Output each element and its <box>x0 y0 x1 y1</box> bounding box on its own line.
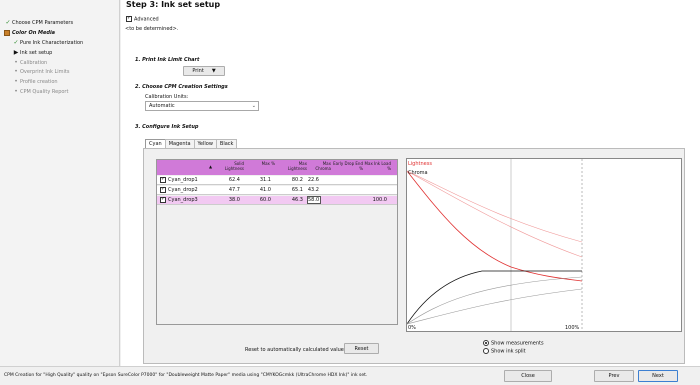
ink-drop-grid: ▲ Solid Lightness Max % Max Lightness Ma… <box>156 159 398 325</box>
legend-chroma: Chroma <box>408 170 428 176</box>
cell-max-chroma[interactable]: 43.2 <box>307 187 319 193</box>
chroma-curve-light-1 <box>406 276 583 325</box>
sidebar-item-pure-ink-characterization[interactable]: ✓ Pure Ink Characterization <box>12 38 83 47</box>
axis-start-label: 0% <box>408 325 416 331</box>
section-configure-ink-setup: 3. Configure Ink Setup <box>135 124 199 130</box>
status-text: CPM Creation for "High Quality" quality … <box>4 373 368 378</box>
advanced-label: Advanced <box>134 16 159 23</box>
header-solid-lightness[interactable]: Solid Lightness <box>217 161 244 171</box>
checkmark-icon: ✓ <box>13 39 19 46</box>
sidebar-item-label: CPM Quality Report <box>20 88 69 95</box>
dropdown-arrow-icon[interactable]: ▼ <box>212 68 216 74</box>
row-checkbox[interactable] <box>160 196 166 203</box>
print-button[interactable]: Print ▼ <box>183 66 225 76</box>
show-ink-split-radio[interactable] <box>483 348 489 354</box>
sidebar-item-label: Ink set setup <box>20 49 53 56</box>
sidebar-item-label: Color On Media <box>12 29 56 36</box>
print-label: Print <box>192 68 204 74</box>
section-cpm-creation-settings: 2. Choose CPM Creation Settings <box>135 84 228 90</box>
cell-max-chroma[interactable]: 22.6 <box>307 177 319 183</box>
cell-solid-lightness[interactable]: 47.7 <box>217 187 240 193</box>
cell-solid-lightness[interactable]: 38.0 <box>217 197 240 203</box>
cell-max-ink-load[interactable]: 100.0 <box>363 197 387 203</box>
sidebar-item-profile-creation[interactable]: • Profile creation <box>12 77 58 86</box>
cell-max-percent[interactable]: 41.0 <box>249 187 271 193</box>
table-row[interactable]: Cyan_drop3 38.0 60.0 46.3 58.0 100.0 <box>157 196 397 205</box>
footer-bar: CPM Creation for "High Quality" quality … <box>0 366 700 385</box>
sidebar-item-ink-set-setup[interactable]: ▶ Ink set setup <box>12 48 53 57</box>
advanced-checkbox-row[interactable]: Advanced <box>126 15 159 23</box>
sidebar-item-calibration[interactable]: • Calibration <box>12 58 47 67</box>
show-measurements-radio[interactable] <box>483 340 489 346</box>
dot-icon: • <box>14 59 18 66</box>
arrow-right-icon: ▶ <box>13 49 19 56</box>
tbd-text: <to be determined>. <box>125 26 179 32</box>
row-name: Cyan_drop1 <box>168 177 198 183</box>
reset-button[interactable]: Reset <box>344 343 379 354</box>
show-ink-split-option[interactable]: Show ink split <box>483 348 526 355</box>
calibration-units-select[interactable]: Automatic ⌄ <box>145 101 259 111</box>
tab-black[interactable]: Black <box>215 139 238 148</box>
sidebar-item-label: Choose CPM Parameters <box>12 19 74 26</box>
header-max-chroma[interactable]: Max Chroma <box>307 161 331 171</box>
advanced-checkbox[interactable] <box>126 15 132 22</box>
sidebar-item-label: Pure Ink Characterization <box>20 39 84 46</box>
lightness-curve-light-2 <box>406 170 583 258</box>
cell-max-percent[interactable]: 31.1 <box>249 177 271 183</box>
tab-yellow[interactable]: Yellow <box>193 139 217 148</box>
lightness-curve-light-1 <box>406 170 583 243</box>
axis-end-label: 100% <box>565 325 580 331</box>
curve-svg <box>406 159 583 331</box>
row-checkbox[interactable] <box>160 176 166 183</box>
sidebar-item-label: Profile creation <box>20 78 58 85</box>
sidebar-item-color-on-media[interactable]: Color On Media <box>4 28 55 37</box>
legend-lightness: Lightness <box>408 161 432 167</box>
sidebar-item-choose-cpm-parameters[interactable]: ✓ Choose CPM Parameters <box>4 18 73 27</box>
cell-max-lightness[interactable]: 80.2 <box>279 177 303 183</box>
sidebar-item-overprint-ink-limits[interactable]: • Overprint Ink Limits <box>12 67 70 76</box>
table-row[interactable]: Cyan_drop2 47.7 41.0 65.1 43.2 <box>157 186 397 195</box>
next-button[interactable]: Next <box>638 370 678 382</box>
header-max-percent[interactable]: Max % <box>249 161 275 166</box>
row-name: Cyan_drop2 <box>168 187 198 193</box>
sidebar-item-label: Overprint Ink Limits <box>20 68 70 75</box>
wizard-sidebar: ✓ Choose CPM Parameters Color On Media ✓… <box>0 0 120 366</box>
cell-max-chroma-editing[interactable]: 58.0 <box>307 196 321 204</box>
grid-header: ▲ Solid Lightness Max % Max Lightness Ma… <box>157 160 397 175</box>
checkmark-icon: ✓ <box>5 19 11 26</box>
close-button[interactable]: Close <box>504 370 552 382</box>
cell-max-lightness[interactable]: 46.3 <box>279 197 303 203</box>
dot-icon: • <box>14 78 18 85</box>
header-max-ink-load[interactable]: Max Ink Load % <box>363 161 391 171</box>
dot-icon: • <box>14 68 18 75</box>
table-row[interactable]: Cyan_drop1 62.4 31.1 80.2 22.6 <box>157 176 397 185</box>
header-max-lightness[interactable]: Max Lightness <box>279 161 307 171</box>
cell-solid-lightness[interactable]: 62.4 <box>217 177 240 183</box>
page-title: Step 3: Ink set setup <box>126 0 221 9</box>
section-print-ink-limit-chart: 1. Print Ink Limit Chart <box>135 57 200 63</box>
show-measurements-label: Show measurements <box>491 340 544 347</box>
cell-max-lightness[interactable]: 65.1 <box>279 187 303 193</box>
lightness-curve <box>406 170 583 282</box>
prev-button[interactable]: Prev <box>594 370 634 382</box>
calibration-units-label: Calibration Units: <box>145 94 189 100</box>
cell-max-percent[interactable]: 60.0 <box>249 197 271 203</box>
book-icon <box>4 29 10 36</box>
sidebar-item-cpm-quality-report[interactable]: • CPM Quality Report <box>12 87 68 96</box>
calibration-units-value: Automatic <box>149 103 175 109</box>
row-name: Cyan_drop3 <box>168 197 198 203</box>
show-measurements-option[interactable]: Show measurements <box>483 340 544 347</box>
sidebar-item-label: Calibration <box>20 59 48 66</box>
header-early-drop-end[interactable]: Early Drop End % <box>333 161 363 171</box>
tab-cyan[interactable]: Cyan <box>145 139 166 148</box>
sort-arrow-icon[interactable]: ▲ <box>209 164 212 169</box>
show-ink-split-label: Show ink split <box>491 348 526 355</box>
chevron-down-icon: ⌄ <box>251 103 256 109</box>
dot-icon: • <box>14 88 18 95</box>
row-checkbox[interactable] <box>160 186 166 193</box>
ink-curve-plot: Lightness Chroma 0% 100% <box>406 158 682 332</box>
ink-tabs: Cyan Magenta Yellow Black <box>145 139 238 148</box>
reset-label: Reset to automatically calculated values… <box>245 347 349 353</box>
tab-magenta[interactable]: Magenta <box>164 139 195 148</box>
